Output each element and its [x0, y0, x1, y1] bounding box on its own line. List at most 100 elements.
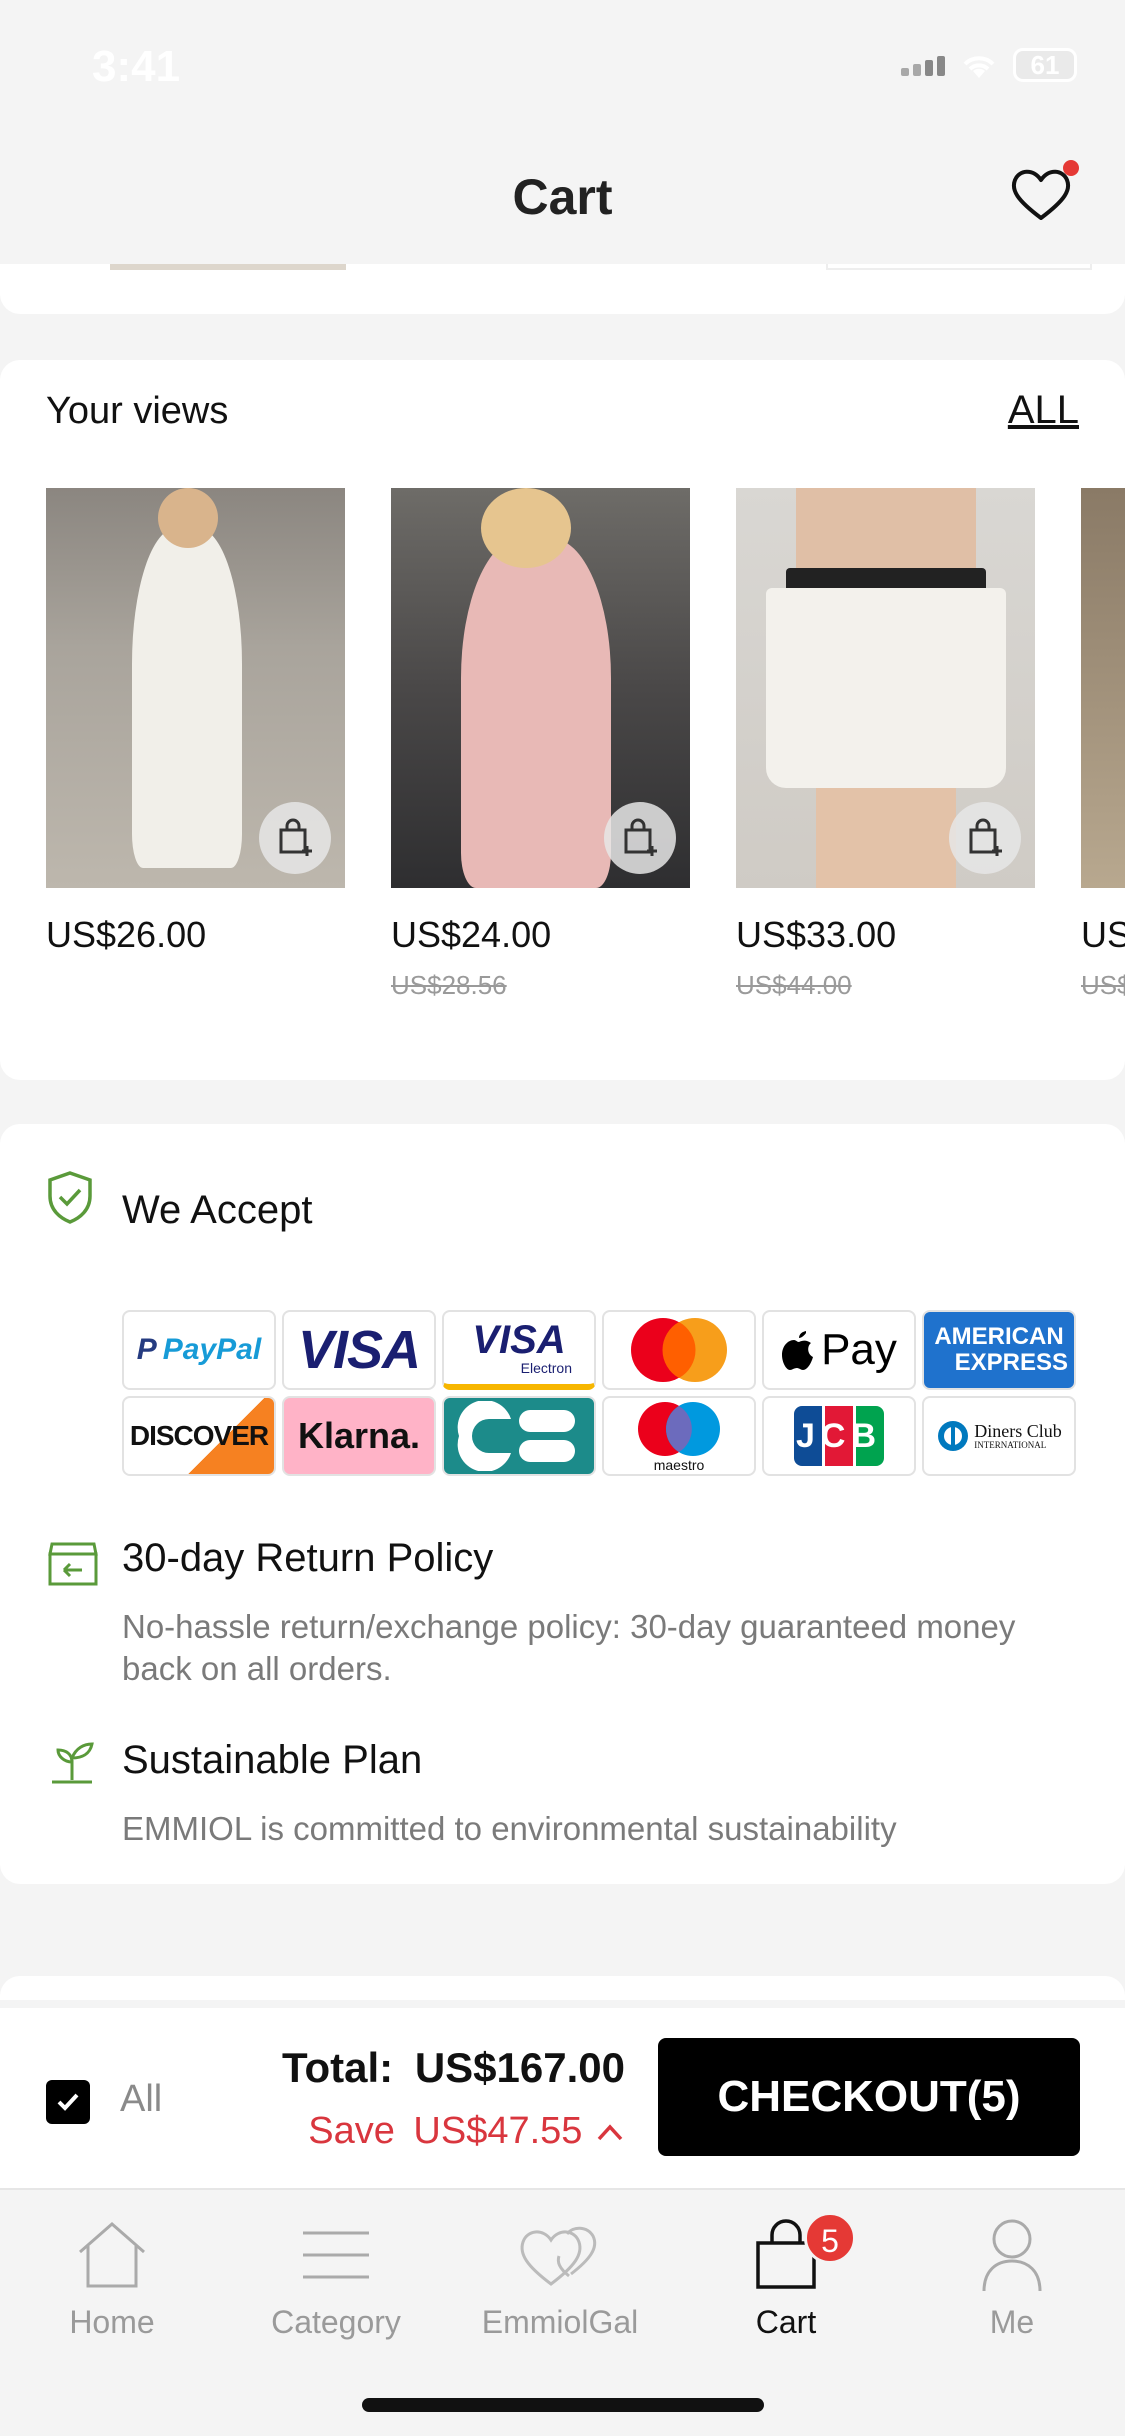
next-card-edge	[0, 1976, 1125, 2000]
we-accept-title: We Accept	[122, 1188, 313, 1232]
visa-logo-text: VISA	[297, 1320, 421, 1380]
checkout-bar: All Total: US$167.00 Save US$47.55 CHECK…	[0, 2008, 1125, 2188]
product-card[interactable]: US$26.00	[46, 488, 345, 1001]
product-old-price: US$28.56	[391, 970, 507, 1000]
tab-label: Home	[69, 2304, 155, 2340]
product-old-price: US$	[1081, 970, 1125, 1000]
american-express-logo: AMERICAN EXPRESS	[922, 1310, 1076, 1390]
product-image[interactable]	[736, 488, 1035, 888]
apple-icon	[782, 1331, 814, 1370]
status-icons: 61	[901, 48, 1077, 82]
total-label: Total:	[281, 2044, 394, 2091]
add-to-cart-button[interactable]	[259, 802, 331, 874]
diners-club-logo: Diners Club INTERNATIONAL	[922, 1396, 1076, 1476]
product-card[interactable]: US US$	[1081, 488, 1125, 1001]
paypal-logo: P PayPal	[122, 1310, 276, 1390]
product-price: US	[1081, 914, 1125, 955]
cart-item-control	[826, 264, 1092, 270]
person-icon	[982, 2219, 1042, 2292]
diners-mark	[938, 1421, 969, 1451]
double-heart-icon	[520, 2226, 597, 2286]
return-policy-desc: No-hassle return/exchange policy: 30-day…	[122, 1608, 1016, 1687]
diners-line2: INTERNATIONAL	[974, 1440, 1047, 1450]
klarna-logo: Klarna.	[282, 1396, 436, 1476]
total-summary: Total: US$167.00	[282, 2044, 625, 2092]
maestro-logo: maestro	[602, 1396, 756, 1476]
select-all-checkbox[interactable]	[46, 2080, 90, 2124]
product-row: US$26.00 US$24.00 US$28.56 US$33.00 US$4…	[46, 488, 1125, 1001]
tab-label: Category	[271, 2304, 401, 2340]
checkmark-icon	[57, 2093, 79, 2111]
wishlist-button[interactable]	[1007, 160, 1079, 232]
return-policy-title: 30-day Return Policy	[122, 1536, 494, 1580]
bag-plus-icon	[969, 818, 1002, 856]
payment-methods: P PayPal VISA VISA Electron Pay AMERICAN	[122, 1310, 1078, 1476]
amex-line2: EXPRESS	[954, 1349, 1068, 1376]
maestro-circles	[638, 1402, 720, 1456]
section-title: Your views	[46, 390, 229, 432]
add-to-cart-button[interactable]	[949, 802, 1021, 874]
tab-category[interactable]: Category	[246, 2212, 426, 2341]
shield-check-icon	[48, 1171, 92, 1224]
visa-electron-logo-text: VISA	[472, 1318, 566, 1362]
maestro-text: maestro	[653, 1457, 705, 1473]
select-all-label: All	[120, 2078, 163, 2120]
discover-logo-text: DISCOVER	[129, 1420, 269, 1451]
status-time: 3:41	[92, 42, 181, 91]
visa-electron-logo: VISA Electron	[442, 1310, 596, 1390]
trust-section: We Accept P PayPal VISA VISA Electron Pa…	[0, 1124, 1125, 1884]
product-image[interactable]	[1081, 488, 1125, 888]
bag-plus-icon	[624, 818, 657, 856]
visa-logo: VISA	[282, 1310, 436, 1390]
jcb-text: JCB	[795, 1416, 883, 1455]
product-card[interactable]: US$33.00 US$44.00	[736, 488, 1035, 1001]
jcb-logo: JCB	[762, 1396, 916, 1476]
menu-icon	[303, 2231, 369, 2279]
product-price: US$33.00	[736, 914, 897, 955]
cb-logo	[442, 1396, 596, 1476]
status-bar: 3:41 61	[0, 0, 1125, 132]
tab-label: EmmiolGal	[481, 2304, 639, 2340]
tab-cart[interactable]: 5 Cart	[696, 2212, 876, 2341]
tab-me[interactable]: Me	[922, 2212, 1102, 2341]
product-image[interactable]	[46, 488, 345, 888]
signal-icon	[901, 54, 945, 76]
cart-item-thumbnail	[110, 264, 346, 270]
tab-emmiolgal[interactable]: EmmiolGal	[470, 2212, 650, 2341]
your-views-section: Your views ALL US$26.00 US$24.00 US$28.5…	[0, 360, 1125, 1080]
amex-line1: AMERICAN	[934, 1323, 1064, 1350]
paypal-logo-text: PayPal	[162, 1333, 262, 1366]
cart-item-card-edge	[0, 264, 1125, 314]
sustainable-plan-desc: EMMIOL is committed to environmental sus…	[122, 1810, 897, 1847]
nav-bar: Cart	[0, 132, 1125, 264]
product-image[interactable]	[391, 488, 690, 888]
tab-home[interactable]: Home	[22, 2212, 202, 2341]
klarna-logo-text: Klarna.	[297, 1415, 421, 1456]
mastercard-circles	[631, 1318, 727, 1382]
add-to-cart-button[interactable]	[604, 802, 676, 874]
product-old-price: US$44.00	[736, 970, 852, 1000]
mastercard-logo	[602, 1310, 756, 1390]
discover-logo: DISCOVER	[122, 1396, 276, 1476]
view-all-link[interactable]: ALL	[1008, 388, 1079, 433]
savings-toggle[interactable]: Save US$47.55	[308, 2110, 625, 2153]
sprout-icon	[52, 1742, 94, 1784]
product-price: US$26.00	[46, 914, 207, 955]
total-value: US$167.00	[414, 2044, 625, 2091]
return-box-icon	[48, 1542, 98, 1586]
apple-pay-logo: Pay	[762, 1310, 916, 1390]
product-card[interactable]: US$24.00 US$28.56	[391, 488, 690, 1001]
diners-line1: Diners Club	[974, 1421, 1062, 1441]
checkout-button[interactable]: CHECKOUT(5)	[658, 2038, 1080, 2156]
apple-pay-text: Pay	[821, 1325, 897, 1374]
page-title: Cart	[512, 169, 613, 225]
chevron-up-icon	[597, 2124, 623, 2141]
wifi-icon	[963, 56, 995, 78]
save-label: Save	[308, 2110, 395, 2152]
cart-count-badge: 5	[804, 2212, 856, 2264]
electron-sublabel: Electron	[520, 1360, 572, 1376]
tab-label: Cart	[755, 2304, 817, 2340]
product-price: US$24.00	[391, 914, 552, 955]
home-icon	[79, 2222, 145, 2288]
home-indicator[interactable]	[362, 2398, 764, 2412]
